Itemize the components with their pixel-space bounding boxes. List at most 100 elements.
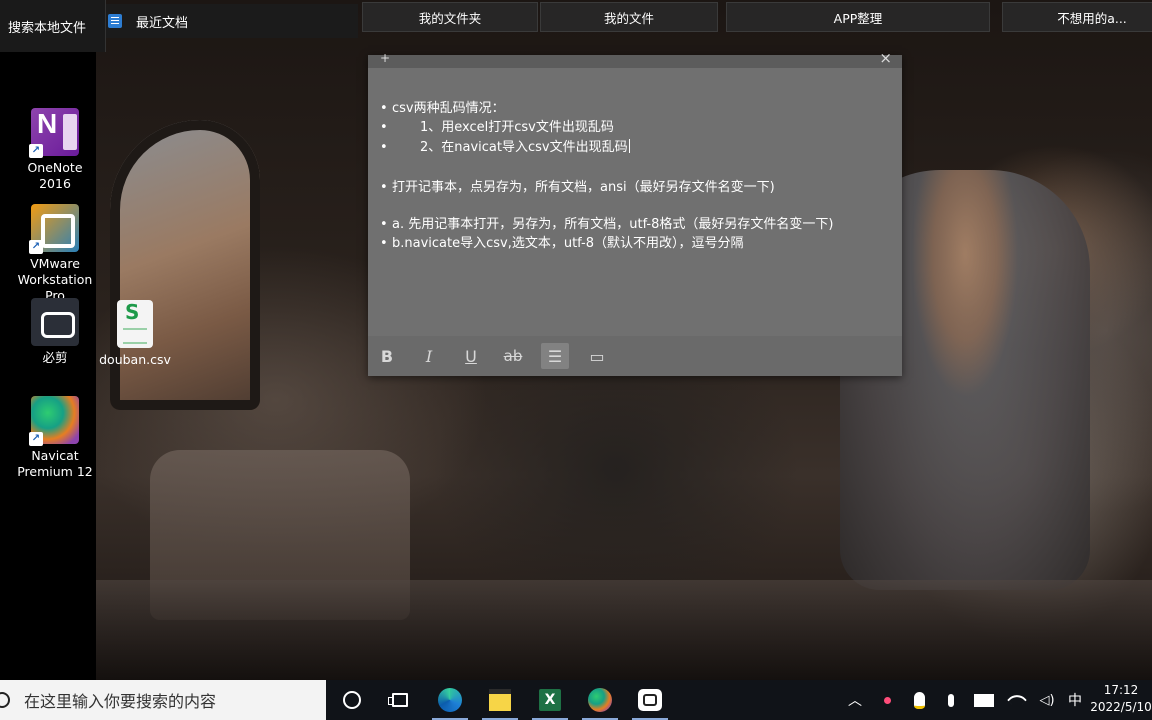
tray-ime[interactable]: 中 <box>1064 680 1086 720</box>
note-line: • 2、在navicat导入csv文件出现乱码 <box>380 136 630 155</box>
underline-button[interactable]: U <box>457 343 485 369</box>
desktop-icon-douban-csv[interactable]: douban.csv <box>95 300 175 368</box>
insert-image-button[interactable]: ▭ <box>583 343 611 369</box>
wifi-icon <box>1007 690 1027 710</box>
tray-microphone[interactable] <box>940 680 962 720</box>
edge-browser-icon <box>438 688 462 712</box>
onenote-icon: ↗ <box>29 108 79 158</box>
search-local-files-label: 搜索本地文件 <box>8 20 87 36</box>
bijian-icon <box>31 298 79 346</box>
italic-button[interactable]: I <box>415 343 443 369</box>
cortana-button[interactable] <box>328 680 376 720</box>
bullet-list-button[interactable]: ☰ <box>541 343 569 369</box>
strikethrough-button[interactable]: ab <box>499 343 527 369</box>
note-line: • 1、用excel打开csv文件出现乱码 <box>380 116 614 135</box>
desktop-top-bar: 搜索本地文件 最近文档 我的文件夹 我的文件 APP整理 不想用的a... <box>0 0 1152 52</box>
sticky-notes-icon <box>489 689 511 711</box>
favorite-app-organize[interactable]: APP整理 <box>726 2 990 32</box>
close-note-button[interactable]: × <box>879 50 892 66</box>
excel-icon: X <box>539 689 561 711</box>
bullet: • <box>380 217 388 232</box>
bullet: • <box>380 180 388 195</box>
qq-penguin-icon <box>913 691 925 709</box>
recent-docs-button[interactable]: 最近文档 <box>106 4 358 38</box>
favorite-unused-apps[interactable]: 不想用的a... <box>1002 2 1152 32</box>
show-hidden-icons-button[interactable]: ︿ <box>844 680 866 720</box>
csv-file-icon <box>117 300 153 348</box>
wallpaper-floor <box>96 580 1152 680</box>
taskbar-excel[interactable]: X <box>526 680 574 720</box>
favorite-label: 不想用的a... <box>1057 10 1127 26</box>
record-dot-icon <box>883 696 891 704</box>
favorite-label: 我的文件夹 <box>418 10 482 26</box>
desktop-icon-vmware[interactable]: ↗ VMware Workstation Pro <box>15 204 95 304</box>
note-line-text: 打开记事本，点另存为，所有文档，ansi（最好另存文件名变一下) <box>392 180 775 195</box>
task-view-button[interactable] <box>376 680 424 720</box>
shortcut-arrow-icon: ↗ <box>29 144 43 158</box>
taskbar-search-placeholder: 在这里输入你要搜索的内容 <box>24 692 217 711</box>
desktop-icon-onenote[interactable]: ↗ OneNote 2016 <box>15 108 95 192</box>
note-line-text: 2、在navicat导入csv文件出现乱码 <box>420 140 628 155</box>
desktop-icon-label: 必剪 <box>42 350 68 365</box>
taskbar-search-box[interactable]: 在这里输入你要搜索的内容 <box>0 680 326 720</box>
note-line-text: csv两种乱码情况： <box>392 101 505 116</box>
bullet: • <box>380 120 388 135</box>
taskbar-sticky-notes[interactable] <box>476 680 524 720</box>
task-view-icon <box>388 693 408 707</box>
tray-clock[interactable]: 17:12 2022/5/10 <box>1090 682 1152 716</box>
tray-recording-indicator[interactable] <box>876 680 898 720</box>
favorite-label: APP整理 <box>833 10 883 26</box>
taskbar-navicat[interactable] <box>576 680 624 720</box>
taskbar-bijian[interactable] <box>626 680 674 720</box>
chevron-up-icon: ︿ <box>848 693 862 709</box>
favorite-my-files[interactable]: 我的文件 <box>540 2 718 32</box>
tray-battery[interactable] <box>972 680 996 720</box>
microphone-icon <box>948 693 954 707</box>
note-line-text: b.navicate导入csv,选文本，utf-8（默认不用改），逗号分隔 <box>392 236 744 251</box>
tray-volume[interactable]: ◁) <box>1036 680 1058 720</box>
note-line: • b.navicate导入csv,选文本，utf-8（默认不用改），逗号分隔 <box>380 232 744 251</box>
speaker-icon: ◁) <box>1039 692 1055 708</box>
search-icon <box>0 692 10 708</box>
taskbar: 在这里输入你要搜索的内容 X ︿ ◁) 中 17:12 2022/5/10 <box>0 680 1152 720</box>
shortcut-arrow-icon: ↗ <box>29 240 43 254</box>
note-line: • a. 先用记事本打开，另存为，所有文档，utf-8格式（最好另存文件名变一下) <box>380 213 833 232</box>
navicat-icon: ↗ <box>29 396 79 446</box>
clock-date: 2022/5/10 <box>1090 700 1152 714</box>
note-line-text: a. 先用记事本打开，另存为，所有文档，utf-8格式（最好另存文件名变一下) <box>392 217 834 232</box>
sticky-note-editor[interactable]: • csv两种乱码情况： • 1、用excel打开csv文件出现乱码 • 2、在nav… <box>368 68 902 336</box>
navicat-icon <box>588 688 612 712</box>
bold-button[interactable]: B <box>373 343 401 369</box>
bullet: • <box>380 101 388 116</box>
vmware-icon: ↗ <box>29 204 79 254</box>
bullet: • <box>380 140 388 155</box>
add-note-button[interactable]: + <box>380 52 390 64</box>
desktop-icon-label: Navicat Premium 12 <box>17 448 93 479</box>
document-list-icon <box>108 14 122 28</box>
shortcut-arrow-icon: ↗ <box>29 432 43 446</box>
note-line: • csv两种乱码情况： <box>380 97 505 116</box>
cortana-icon <box>343 691 361 709</box>
favorite-label: 我的文件 <box>603 10 654 26</box>
bijian-icon <box>638 689 662 711</box>
text-caret <box>628 139 630 153</box>
sticky-note-toolbar: B I U ab ☰ ▭ <box>368 336 902 376</box>
recent-docs-label: 最近文档 <box>136 15 189 31</box>
sticky-note-window[interactable]: + × • csv两种乱码情况： • 1、用excel打开csv文件出现乱码 • 2、… <box>368 50 902 376</box>
desktop-icon-bijian[interactable]: 必剪 <box>15 298 95 366</box>
desktop-icon-navicat[interactable]: ↗ Navicat Premium 12 <box>15 396 95 480</box>
ime-indicator: 中 <box>1068 693 1082 709</box>
sticky-note-titlebar[interactable]: + × <box>368 50 902 68</box>
tray-qq[interactable] <box>908 680 930 720</box>
note-line-text: 1、用excel打开csv文件出现乱码 <box>420 120 614 135</box>
search-local-files-button[interactable]: 搜索本地文件 <box>0 0 106 52</box>
battery-icon <box>974 693 994 707</box>
desktop-icon-label: OneNote 2016 <box>27 160 83 191</box>
tray-network[interactable] <box>1006 680 1028 720</box>
desktop-icon-label: VMware Workstation Pro <box>17 256 93 303</box>
clock-time: 17:12 <box>1103 683 1139 697</box>
bullet: • <box>380 236 388 251</box>
taskbar-edge[interactable] <box>426 680 474 720</box>
favorite-my-folder[interactable]: 我的文件夹 <box>362 2 538 32</box>
note-line: • 打开记事本，点另存为，所有文档，ansi（最好另存文件名变一下) <box>380 176 775 195</box>
